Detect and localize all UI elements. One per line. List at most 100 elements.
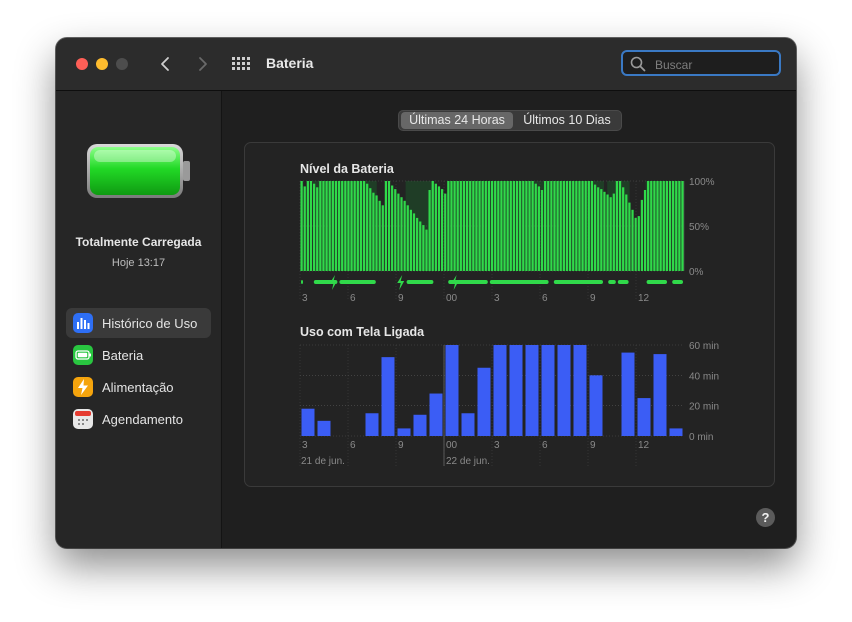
sidebar-item-schedule[interactable]: Agendamento xyxy=(66,404,211,434)
title-bar: Bateria xyxy=(56,38,796,91)
battery-level-bar xyxy=(456,181,459,271)
screen-usage-bar xyxy=(557,345,571,436)
battery-level-bar xyxy=(494,181,497,271)
forward-button[interactable] xyxy=(192,53,212,75)
screen-usage-bar xyxy=(541,345,555,436)
battery-level-bar xyxy=(481,181,484,271)
battery-level-bar xyxy=(537,186,540,271)
battery-level-bar xyxy=(572,181,575,271)
lightning-icon xyxy=(73,377,93,397)
battery-level-bar xyxy=(650,181,653,271)
date-label: 22 de jun. xyxy=(446,456,490,467)
x-tick-label: 3 xyxy=(302,293,308,304)
x-tick-label: 12 xyxy=(638,440,650,451)
minimize-button[interactable] xyxy=(96,58,108,70)
battery-level-bar xyxy=(353,181,356,271)
screen-usage-bar xyxy=(573,345,587,436)
segment-last-24-hours[interactable]: Últimas 24 Horas xyxy=(401,112,513,129)
battery-level-bar xyxy=(440,189,444,271)
grid-icon xyxy=(232,57,250,70)
battery-level-bar xyxy=(419,221,422,271)
battery-level-bar xyxy=(303,186,306,271)
show-all-button[interactable] xyxy=(232,57,250,71)
battery-level-bar xyxy=(512,181,516,271)
x-tick-label: 9 xyxy=(590,293,596,304)
battery-level-bar xyxy=(675,181,678,271)
battery-level-bar xyxy=(578,181,581,271)
chevron-right-icon xyxy=(199,57,207,71)
y-tick-label: 0 min xyxy=(689,432,713,443)
battery-level-bar xyxy=(469,181,472,271)
battery-level-bar xyxy=(462,181,466,271)
battery-level-bar xyxy=(678,181,681,271)
battery-level-bar xyxy=(590,181,594,271)
usage-charts: Nível da Bateria 100% 50% 0% 3 6 9 00 3 6 9 12 Uso c… xyxy=(299,162,719,467)
charging-indicator xyxy=(608,280,616,284)
battery-level-bar xyxy=(356,181,359,271)
battery-level-bar xyxy=(425,229,428,271)
battery-level-bar xyxy=(550,181,553,271)
battery-level-bar xyxy=(525,181,528,271)
sidebar-item-power[interactable]: Alimentação xyxy=(66,372,211,402)
battery-level-bar xyxy=(406,205,409,271)
battery-level-bar xyxy=(647,181,650,271)
battery-level-bar xyxy=(375,195,378,271)
screen-usage-bar xyxy=(317,420,331,436)
zoom-button[interactable] xyxy=(116,58,128,70)
battery-level-bar xyxy=(556,181,559,271)
time-range-segmented-control: Últimas 24 Horas Últimos 10 Dias xyxy=(398,110,622,131)
sidebar-item-battery[interactable]: Bateria xyxy=(66,340,211,370)
battery-level-bar xyxy=(622,187,625,271)
battery-level-bar xyxy=(394,189,397,271)
x-tick-label: 3 xyxy=(494,440,500,451)
screen-usage-bar xyxy=(445,345,459,436)
battery-level-bar xyxy=(603,191,606,271)
battery-level-bar xyxy=(369,188,372,271)
x-tick-label: 00 xyxy=(446,293,458,304)
battery-level-bar xyxy=(519,181,522,271)
search-field[interactable] xyxy=(621,50,781,76)
battery-level-bar xyxy=(437,186,441,271)
charging-indicator xyxy=(553,280,603,284)
battery-level-bar xyxy=(609,197,612,271)
back-button[interactable] xyxy=(156,53,176,75)
battery-level-bar xyxy=(434,183,437,271)
sidebar: Totalmente Carregada Hoje 13:17 Históric… xyxy=(56,91,222,548)
help-button[interactable]: ? xyxy=(756,508,775,527)
screen-usage-bar xyxy=(509,345,523,436)
usage-history-panel: Nível da Bateria 100% 50% 0% 3 6 9 00 3 6 9 12 Uso c… xyxy=(244,142,775,487)
battery-level-bar xyxy=(615,181,619,271)
close-button[interactable] xyxy=(76,58,88,70)
battery-level-bar xyxy=(337,181,341,271)
screen-usage-bar xyxy=(493,345,507,436)
sidebar-item-usage-history[interactable]: Histórico de Uso xyxy=(66,308,211,338)
battery-level-bar xyxy=(319,181,322,271)
screen-usage-bar xyxy=(365,413,379,436)
battery-level-bar xyxy=(606,194,609,271)
battery-level-bar xyxy=(565,181,569,271)
battery-level-bar xyxy=(628,202,631,271)
battery-level-bar xyxy=(412,213,416,271)
battery-level-bar xyxy=(509,181,512,271)
battery-level-bar xyxy=(306,181,309,271)
battery-level-bar xyxy=(662,181,665,271)
screen-usage-bar xyxy=(525,345,539,436)
battery-level-bar xyxy=(465,181,469,271)
battery-icon xyxy=(87,144,190,198)
search-input[interactable] xyxy=(653,55,777,74)
battery-level-bar xyxy=(497,181,500,271)
battery-level-bar xyxy=(325,181,328,271)
charging-indicator xyxy=(489,280,549,284)
battery-level-bar xyxy=(568,181,572,271)
segment-last-10-days[interactable]: Últimos 10 Dias xyxy=(515,112,619,129)
battery-level-bar xyxy=(334,181,338,271)
window-title: Bateria xyxy=(266,55,314,71)
battery-level-bar xyxy=(403,200,406,271)
battery-level-bar xyxy=(584,181,587,271)
battery-level-bar xyxy=(490,181,494,271)
battery-level-bar xyxy=(400,197,403,271)
y-tick-label: 50% xyxy=(689,222,709,233)
charging-indicator xyxy=(646,280,667,284)
battery-level-bar xyxy=(387,181,391,271)
battery-level-bar xyxy=(359,181,363,271)
